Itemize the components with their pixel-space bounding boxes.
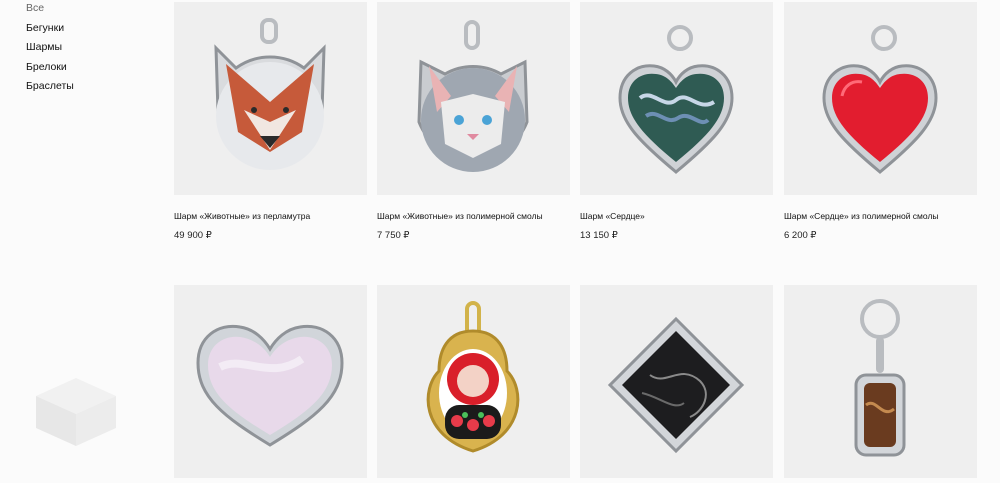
product-title[interactable]: Шарм «Животные» из перламутра bbox=[174, 211, 367, 222]
product-price: 6 200 ₽ bbox=[784, 230, 817, 241]
product-card[interactable]: Шарм «Животные» из полимерной смолы 7 75… bbox=[377, 2, 570, 242]
category-menu: Все Бегунки Шармы Брелоки Браслеты bbox=[26, 0, 166, 100]
product-title[interactable]: Шарм «Животные» из полимерной смолы bbox=[377, 211, 570, 222]
red-heart-charm-image[interactable] bbox=[784, 2, 977, 195]
marble-diamond-charm-icon bbox=[607, 316, 745, 454]
category-keychains[interactable]: Брелоки bbox=[26, 61, 166, 74]
product-card[interactable]: Шарм «Сердце» из полимерной смолы 6 200 … bbox=[784, 2, 977, 242]
cube-logo-icon bbox=[34, 376, 118, 448]
matryoshka-charm-icon bbox=[426, 301, 520, 453]
product-card[interactable] bbox=[377, 285, 570, 478]
category-runners[interactable]: Бегунки bbox=[26, 22, 166, 35]
category-bracelets[interactable]: Браслеты bbox=[26, 80, 166, 93]
keychain-rectangle-icon bbox=[854, 299, 906, 457]
category-charms[interactable]: Шармы bbox=[26, 41, 166, 54]
product-card[interactable] bbox=[174, 285, 367, 478]
fox-charm-image[interactable] bbox=[174, 2, 367, 195]
product-card[interactable]: Шарм «Животные» из перламутра 49 900 ₽ bbox=[174, 2, 367, 242]
matryoshka-charm-image[interactable] bbox=[377, 285, 570, 478]
product-price: 7 750 ₽ bbox=[377, 230, 410, 241]
abalone-heart-charm-icon bbox=[618, 25, 734, 174]
abalone-heart-charm-image[interactable] bbox=[580, 2, 773, 195]
cat-charm-icon bbox=[417, 20, 529, 172]
marble-diamond-charm-image[interactable] bbox=[580, 285, 773, 478]
category-all[interactable]: Все bbox=[26, 2, 166, 15]
product-card[interactable]: Шарм «Сердце» 13 150 ₽ bbox=[580, 2, 773, 242]
cat-charm-image[interactable] bbox=[377, 2, 570, 195]
fox-charm-icon bbox=[214, 18, 326, 170]
product-title[interactable]: Шарм «Сердце» из полимерной смолы bbox=[784, 211, 977, 222]
pearl-heart-charm-icon bbox=[196, 324, 344, 447]
pearl-heart-charm-image[interactable] bbox=[174, 285, 367, 478]
product-price: 13 150 ₽ bbox=[580, 230, 618, 241]
product-card[interactable] bbox=[580, 285, 773, 478]
keychain-rectangle-image[interactable] bbox=[784, 285, 977, 478]
product-price: 49 900 ₽ bbox=[174, 230, 212, 241]
red-heart-charm-icon bbox=[822, 25, 938, 174]
product-title[interactable]: Шарм «Сердце» bbox=[580, 211, 773, 222]
product-card[interactable] bbox=[784, 285, 977, 478]
